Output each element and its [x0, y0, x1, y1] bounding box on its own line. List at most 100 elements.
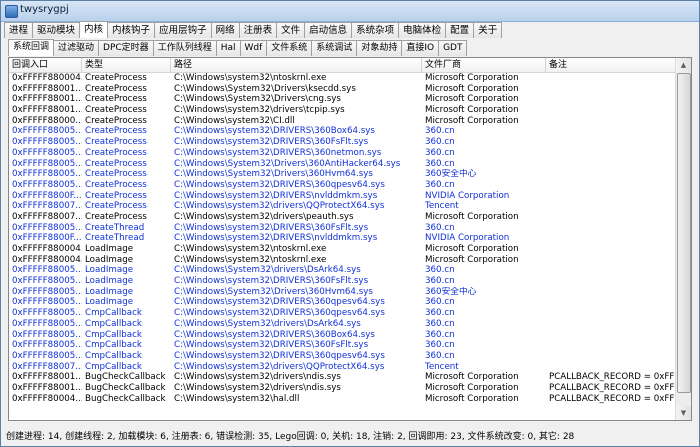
- tab-sub-6[interactable]: 文件系统: [266, 40, 313, 56]
- table-cell: C:\Windows\system32\DRIVERS\360qpesv64.s…: [174, 179, 385, 190]
- table-row[interactable]: 0xFFFFF88005... CreateProcess C:\Windows\s…: [9, 180, 676, 191]
- table-row[interactable]: 0xFFFFF88001... BugCheckCallback C:\Window…: [9, 372, 676, 383]
- sub-tab-strip: 系统回调 过滤驱动 DPC定时器 工作队列线程 Hal Wdf 文件系统 系统调试 对象劫持 直接…: [8, 39, 468, 57]
- table-cell: [546, 297, 676, 308]
- table-cell: CreateProcess: [85, 201, 147, 212]
- tab-sub-1[interactable]: 过滤驱动: [53, 40, 100, 56]
- column-header-0[interactable]: 回调入口: [9, 58, 82, 72]
- table-cell: C:\Windows\System32\Drivers\cng.sys: [174, 94, 341, 105]
- table-cell: 0xFFFFF80004...: [12, 393, 82, 404]
- table-cell: C:\Windows\System32\Drivers\360Hvm64.sys: [174, 169, 373, 180]
- table-row[interactable]: 0xFFFFF880004... LoadImage C:\Windows\syst…: [9, 255, 676, 266]
- table-row[interactable]: 0xFFFFF88000... CreateProcess C:\Windows\s…: [9, 116, 676, 127]
- column-header-1[interactable]: 类型: [82, 58, 171, 72]
- table-row[interactable]: 0xFFFFF88005... CmpCallback C:\Windows\sys…: [9, 351, 676, 362]
- table-cell: NVIDIA Corporation: [425, 190, 510, 201]
- main-window: twysrygpj 进程 驱动模块 内核 内核钩子 应用层钩子 网络 注册表 文件 启动信息 系统…: [0, 0, 700, 447]
- table-cell: [546, 94, 676, 105]
- table-row[interactable]: 0xFFFFF88005... CreateProcess C:\Windows\S…: [9, 169, 676, 180]
- tab-sub-4[interactable]: Hal: [215, 40, 241, 56]
- table-row[interactable]: 0xFFFFF8800F... CreateProcess C:\Windows\s…: [9, 191, 676, 202]
- table-row[interactable]: 0xFFFFF88005... CreateProcess C:\Windows\s…: [9, 137, 676, 148]
- table-cell: Microsoft Corporation: [425, 244, 519, 254]
- table-row[interactable]: 0xFFFFF88007... CreateProcess C:\Windows\s…: [9, 201, 676, 212]
- tab-sub-0[interactable]: 系统回调: [8, 39, 55, 56]
- tab-main-4[interactable]: 应用层钩子: [154, 22, 212, 38]
- table-row[interactable]: 0xFFFFF80004... BugCheckCallback C:\Window…: [9, 394, 676, 405]
- table-row[interactable]: 0xFFFFF88001... CreateProcess C:\Windows\S…: [9, 94, 676, 105]
- table-cell: Microsoft Corporation: [425, 254, 519, 265]
- tab-sub-7[interactable]: 系统调试: [311, 40, 358, 56]
- table-cell: 0xFFFFF88005...: [12, 308, 82, 319]
- column-header-2[interactable]: 路径: [171, 58, 422, 72]
- table-cell: C:\Windows\system32\ntoskrnl.exe: [174, 244, 327, 254]
- column-header-3[interactable]: 文件厂商: [422, 58, 546, 72]
- table-cell: C:\Windows\system32\drivers\ndis.sys: [174, 382, 341, 393]
- table-cell: 360.cn: [425, 350, 455, 361]
- table-cell: 360.cn: [425, 222, 455, 233]
- table-cell: C:\Windows\System32\Drivers\360AntiHacke…: [174, 158, 401, 169]
- table-cell: 360.cn: [425, 158, 455, 169]
- tab-main-2[interactable]: 内核: [79, 21, 109, 38]
- table-row[interactable]: 0xFFFFF88001... BugCheckCallback C:\Window…: [9, 383, 676, 394]
- table-row[interactable]: 0xFFFFF88005... CmpCallback C:\Windows\Sys…: [9, 319, 676, 330]
- table-cell: LoadImage: [85, 254, 134, 265]
- table-row[interactable]: 0xFFFFF88005... CmpCallback C:\Windows\sys…: [9, 330, 676, 341]
- table-cell: [546, 276, 676, 287]
- vertical-scrollbar[interactable]: ▲ ▼: [675, 58, 691, 420]
- table-row[interactable]: 0xFFFFF88005... LoadImage C:\Windows\Syste…: [9, 265, 676, 276]
- tab-main-3[interactable]: 内核钩子: [107, 22, 156, 38]
- tab-sub-10[interactable]: GDT: [438, 40, 468, 56]
- table-cell: 0xFFFFF88005...: [12, 126, 82, 137]
- scroll-down-icon[interactable]: ▼: [676, 406, 691, 420]
- table-row[interactable]: 0xFFFFF8800F... CreateThread C:\Windows\sy…: [9, 233, 676, 244]
- table-row[interactable]: 0xFFFFF880004... LoadImage C:\Windows\syst…: [9, 244, 676, 255]
- table-cell: [546, 212, 676, 223]
- table-cell: [546, 126, 676, 137]
- table-row[interactable]: 0xFFFFF88007... CreateProcess C:\Windows\s…: [9, 212, 676, 223]
- table-cell: 0xFFFFF88005...: [12, 350, 82, 361]
- tab-main-5[interactable]: 网络: [210, 22, 240, 38]
- scroll-thumb[interactable]: [677, 73, 691, 393]
- tab-main-7[interactable]: 文件: [276, 22, 306, 38]
- table-row[interactable]: 0xFFFFF88005... LoadImage C:\Windows\syste…: [9, 276, 676, 287]
- table-row[interactable]: 0xFFFFF88005... LoadImage C:\Windows\syste…: [9, 297, 676, 308]
- column-header-4[interactable]: 备注: [546, 58, 676, 72]
- tab-sub-2[interactable]: DPC定时器: [98, 40, 154, 56]
- tab-sub-5[interactable]: Wdf: [239, 40, 268, 56]
- tab-sub-3[interactable]: 工作队列线程: [152, 40, 217, 56]
- table-row[interactable]: 0xFFFFF88005... CreateProcess C:\Windows\s…: [9, 126, 676, 137]
- tab-main-10[interactable]: 电脑体检: [398, 22, 447, 38]
- table-cell: CreateProcess: [85, 169, 147, 180]
- tab-main-0[interactable]: 进程: [4, 22, 34, 38]
- table-row[interactable]: 0xFFFFF88005... CreateProcess C:\Windows\S…: [9, 159, 676, 170]
- tab-main-1[interactable]: 驱动模块: [32, 22, 81, 38]
- callback-list[interactable]: 回调入口 类型 路径 文件厂商 备注 0xFFFFF880004... CreatePro…: [8, 57, 692, 421]
- scroll-up-icon[interactable]: ▲: [676, 58, 691, 72]
- table-row[interactable]: 0xFFFFF88005... CmpCallback C:\Windows\sys…: [9, 308, 676, 319]
- tab-sub-8[interactable]: 对象劫持: [356, 40, 403, 56]
- tab-main-11[interactable]: 配置: [445, 22, 475, 38]
- table-cell: CreateProcess: [85, 83, 147, 94]
- table-cell: CreateProcess: [85, 73, 147, 83]
- tab-main-6[interactable]: 注册表: [238, 22, 278, 38]
- table-cell: LoadImage: [85, 244, 134, 254]
- table-cell: C:\Windows\System32\Drivers\ksecdd.sys: [174, 83, 356, 94]
- status-bar: 创建进程: 14, 创建线程: 2, 加载模块: 6, 注册表: 6, 错误检测…: [1, 423, 699, 446]
- tab-sub-9[interactable]: 直接IO: [401, 40, 440, 56]
- table-cell: CreateProcess: [85, 137, 147, 148]
- table-row[interactable]: 0xFFFFF88005... LoadImage C:\Windows\Syste…: [9, 287, 676, 298]
- table-cell: Tencent: [425, 361, 459, 372]
- tab-main-9[interactable]: 系统杂项: [351, 22, 400, 38]
- table-cell: CreateProcess: [85, 94, 147, 105]
- table-row[interactable]: 0xFFFFF88001... CreateProcess C:\Windows\s…: [9, 105, 676, 116]
- title-bar[interactable]: twysrygpj: [1, 1, 699, 22]
- table-row[interactable]: 0xFFFFF880004... CreateProcess C:\Windows\…: [9, 73, 676, 84]
- tab-main-8[interactable]: 启动信息: [304, 22, 353, 38]
- table-row[interactable]: 0xFFFFF88005... CmpCallback C:\Windows\sys…: [9, 340, 676, 351]
- table-row[interactable]: 0xFFFFF88007... CmpCallback C:\Windows\sys…: [9, 362, 676, 373]
- table-row[interactable]: 0xFFFFF88001... CreateProcess C:\Windows\S…: [9, 84, 676, 95]
- table-row[interactable]: 0xFFFFF88005... CreateThread C:\Windows\sy…: [9, 223, 676, 234]
- table-row[interactable]: 0xFFFFF88005... CreateProcess C:\Windows\s…: [9, 148, 676, 159]
- tab-main-12[interactable]: 关于: [473, 22, 503, 38]
